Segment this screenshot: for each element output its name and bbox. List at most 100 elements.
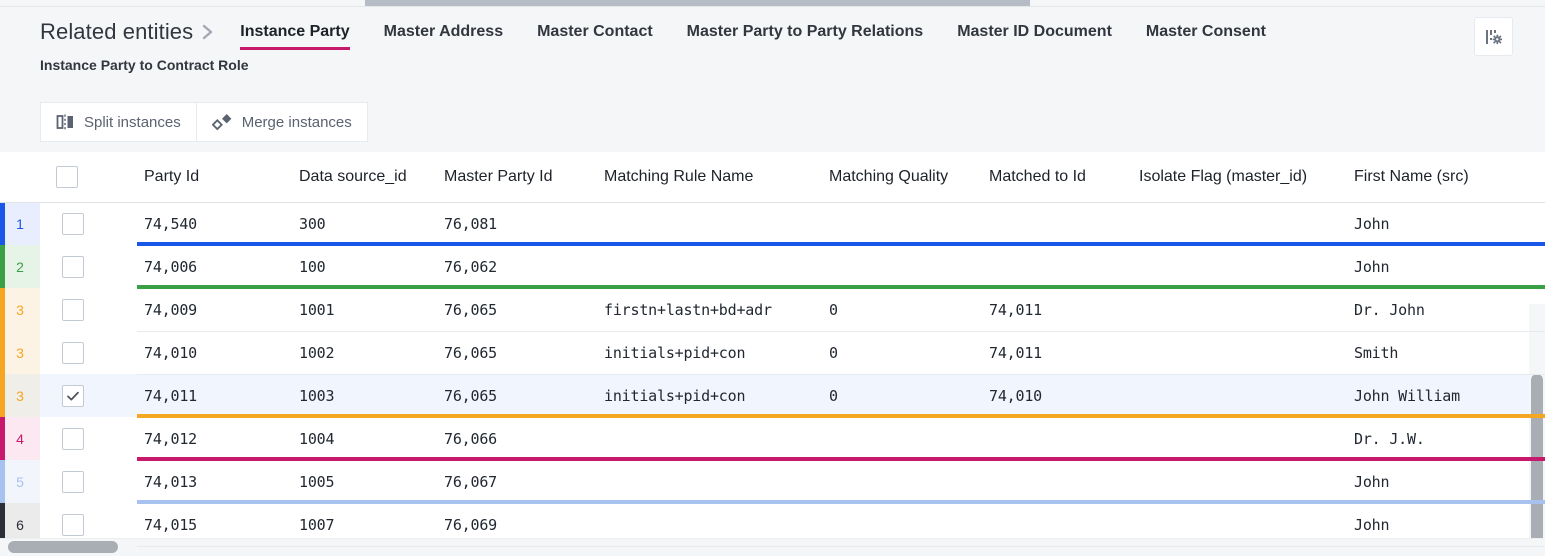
cell-matching-quality: 0 [817,374,977,417]
cell-row-number: 2 [0,245,40,288]
row-group-bottom-rule [137,414,1545,418]
cell-data-source-id: 1005 [287,460,432,503]
cell-select [40,288,132,331]
cell-master-party-id: 76,066 [432,417,592,460]
tab-master-consent[interactable]: Master Consent [1129,23,1283,50]
cell-matching-quality [817,460,977,503]
header-master-party-id[interactable]: Master Party Id [432,152,592,202]
tab-label: Master Party to Party Relations [687,23,924,40]
cell-matching-rule-name: initials+pid+con [592,331,817,374]
cell-matching-quality [817,417,977,460]
cell-matched-to-id [977,460,1127,503]
cell-isolate-flag [1127,460,1342,503]
grid-horizontal-scrollbar-thumb[interactable] [8,541,118,553]
tab-instance-party[interactable]: Instance Party [223,23,366,50]
cell-row-number: 1 [0,202,40,245]
select-all-checkbox[interactable] [56,166,78,188]
cell-master-party-id: 76,081 [432,202,592,245]
row-group-bottom-rule [137,285,1545,289]
header-first-name-src[interactable]: First Name (src) [1342,152,1545,202]
cell-matched-to-id [977,245,1127,288]
tab-bar: Related entities Instance Party Master Ad… [40,19,1283,50]
cell-party-id: 74,012 [132,417,287,460]
row-group-color-bar [0,417,5,460]
row-group-color-bar [0,374,5,417]
cell-party-id: 74,009 [132,288,287,331]
table-row[interactable]: 474,012100476,066Dr. J.W. [0,417,1545,460]
row-select-checkbox[interactable] [62,428,84,450]
table-row[interactable]: 574,013100576,067John [0,460,1545,503]
tab-label: Master Address [384,23,503,40]
cell-matched-to-id: 74,010 [977,374,1127,417]
merge-instances-icon [212,112,234,132]
row-group-bottom-rule [137,242,1545,246]
merge-instances-label: Merge instances [242,114,352,131]
cell-master-party-id: 76,065 [432,288,592,331]
tab-master-party-to-party-relations[interactable]: Master Party to Party Relations [670,23,941,50]
table-row[interactable]: 174,54030076,081John [0,202,1545,245]
cell-isolate-flag [1127,245,1342,288]
row-group-bottom-rule [137,457,1545,461]
header-isolate-flag[interactable]: Isolate Flag (master_id) [1127,152,1342,202]
cell-matching-quality: 0 [817,331,977,374]
header-matching-quality[interactable]: Matching Quality [817,152,977,202]
table-row[interactable]: 274,00610076,062John [0,245,1545,288]
cell-row-number: 5 [0,460,40,503]
grid-vertical-scrollbar-thumb[interactable] [1531,374,1543,556]
cell-row-number: 3 [0,374,40,417]
grid-horizontal-scrollbar-track[interactable] [0,538,1545,556]
table-row[interactable]: 374,009100176,065firstn+lastn+bd+adr074,… [0,288,1545,331]
cell-matching-quality [817,245,977,288]
row-select-checkbox[interactable] [62,514,84,536]
row-group-color-bar [0,331,5,374]
cell-master-party-id: 76,065 [432,331,592,374]
row-select-checkbox[interactable] [62,256,84,278]
header-party-id[interactable]: Party Id [132,152,287,202]
cell-party-id: 74,540 [132,202,287,245]
cell-isolate-flag [1127,417,1342,460]
table-row[interactable]: 374,010100276,065initials+pid+con074,011… [0,331,1545,374]
tab-label: Master ID Document [957,23,1112,40]
cell-matching-rule-name [592,417,817,460]
cell-data-source-id: 1004 [287,417,432,460]
split-instances-button[interactable]: Split instances [40,102,197,142]
cell-party-id: 74,010 [132,331,287,374]
header-select-all [40,152,132,202]
row-group-bottom-rule [137,331,1545,332]
cell-data-source-id: 1003 [287,374,432,417]
cell-data-source-id: 300 [287,202,432,245]
cell-matched-to-id: 74,011 [977,331,1127,374]
tab-master-address[interactable]: Master Address [367,23,520,50]
row-select-checkbox[interactable] [62,471,84,493]
cell-select [40,331,132,374]
cell-isolate-flag [1127,202,1342,245]
header-matching-rule-name[interactable]: Matching Rule Name [592,152,817,202]
cell-matching-rule-name [592,245,817,288]
cell-matching-quality [817,202,977,245]
cell-party-id: 74,013 [132,460,287,503]
row-select-checkbox[interactable] [62,342,84,364]
tab-master-id-document[interactable]: Master ID Document [940,23,1129,50]
row-select-checkbox[interactable] [62,299,84,321]
table-settings-icon[interactable] [1474,17,1513,56]
header-matched-to-id[interactable]: Matched to Id [977,152,1127,202]
cell-select [40,245,132,288]
cell-isolate-flag [1127,288,1342,331]
cell-first-name-src: John [1342,245,1545,288]
cell-row-number: 3 [0,288,40,331]
row-select-checkbox[interactable] [62,213,84,235]
row-select-checkbox[interactable] [62,385,84,407]
merge-instances-button[interactable]: Merge instances [197,102,368,142]
table-row[interactable]: 374,011100376,065initials+pid+con074,010… [0,374,1545,417]
cell-select [40,417,132,460]
header-data-source-id[interactable]: Data source_id [287,152,432,202]
data-grid: Party Id Data source_id Master Party Id … [0,152,1545,546]
cell-matching-rule-name: firstn+lastn+bd+adr [592,288,817,331]
cell-matching-rule-name: initials+pid+con [592,374,817,417]
row-group-color-bar [0,203,5,246]
row-group-color-bar [0,288,5,331]
breadcrumb-title: Related entities [40,19,193,50]
grid-vertical-scrollbar-track[interactable] [1529,304,1545,556]
tab-master-contact[interactable]: Master Contact [520,23,670,50]
panel-subtitle: Instance Party to Contract Role [40,57,249,73]
